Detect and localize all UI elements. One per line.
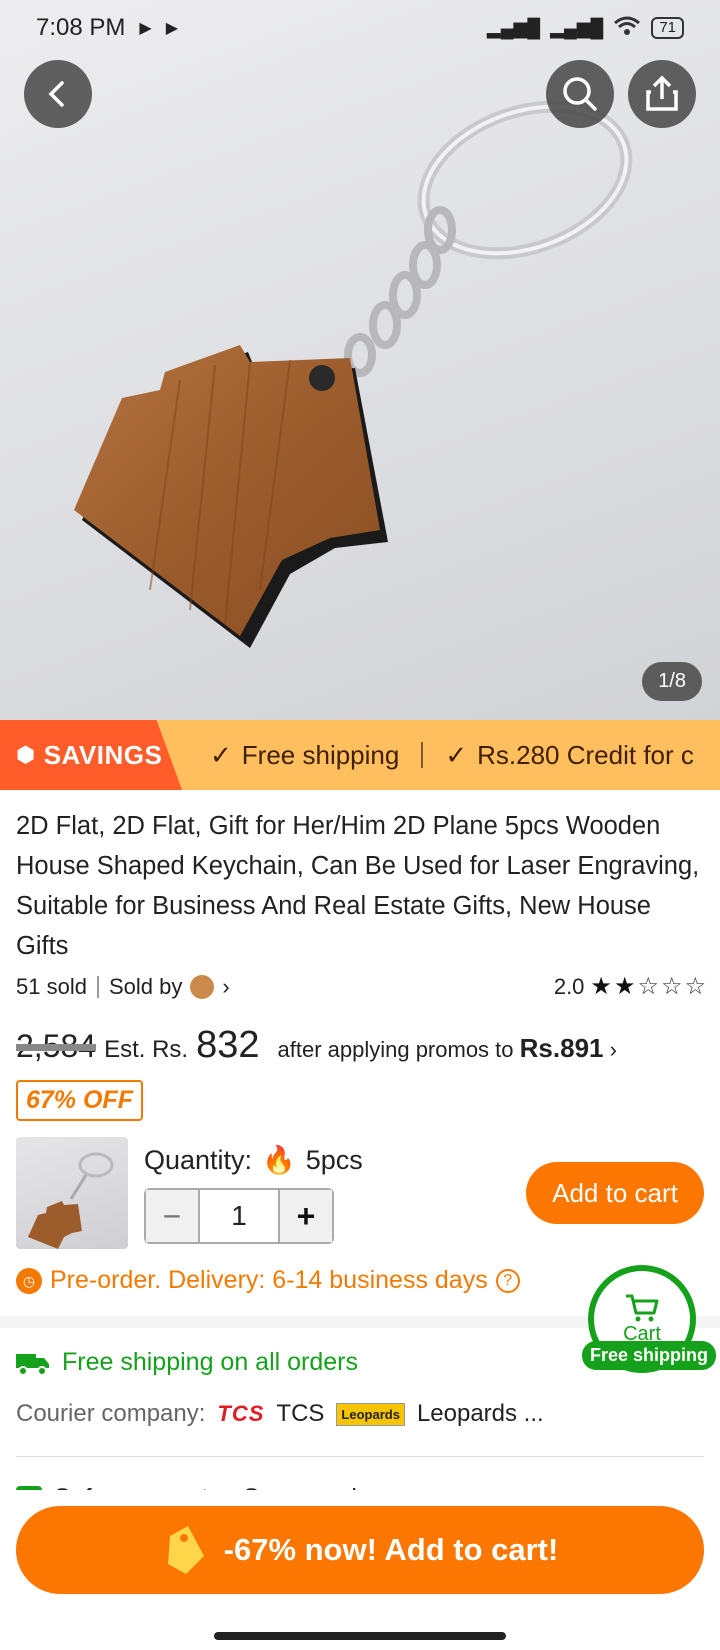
promo-price: Rs.891 [519, 1033, 604, 1063]
preorder-text: Pre-order. Delivery: 6-14 business days [50, 1266, 488, 1294]
star-empty-icon: ☆ [684, 973, 706, 1000]
savings-tag: ⬢ SAVINGS [0, 720, 182, 790]
courier-row[interactable]: Courier company: TCS TCS Leopards Leopar… [16, 1400, 544, 1428]
savings-item-credit: Rs.280 Credit for c [477, 739, 694, 770]
price-tag-icon [167, 1526, 204, 1574]
rating-value: 2.0 [553, 973, 585, 999]
star-empty-icon: ☆ [660, 973, 683, 1000]
chevron-right-icon: › [609, 1037, 617, 1062]
divider [96, 975, 99, 998]
quantity-value[interactable]: 1 [200, 1190, 278, 1242]
preorder-notice: ◷ Pre-order. Delivery: 6-14 business day… [16, 1266, 520, 1295]
increase-quantity-button[interactable]: + [278, 1190, 332, 1242]
check-icon: ✓ [210, 739, 232, 770]
savings-banner[interactable]: ⬢ SAVINGS ✓ Free shipping ✓ Rs.280 Credi… [0, 720, 720, 790]
badge-icon: ⬢ [16, 742, 36, 767]
quantity-stepper: − 1 + [144, 1188, 334, 1244]
rating[interactable]: 2.0 ★ ★ ☆ ☆ ☆ [554, 972, 706, 1001]
signal-icon: ▂▄▆█ [550, 17, 604, 38]
truck-icon [16, 1353, 49, 1376]
product-title: 2D Flat, 2D Flat, Gift for Her/Him 2D Pl… [16, 812, 700, 960]
price-row[interactable]: 2,584 Est. Rs. 832 after applying promos… [16, 1024, 617, 1067]
cart-icon [626, 1294, 659, 1321]
play-icon: ▶ [139, 20, 152, 37]
variant-thumbnail[interactable] [16, 1137, 128, 1249]
leopards-logo: Leopards [336, 1402, 405, 1426]
fire-icon: 🔥 [262, 1145, 296, 1175]
product-meta: 51 sold Sold by › 2.0 ★ ★ ☆ ☆ ☆ [16, 972, 706, 1001]
discount-add-to-cart-button[interactable]: -67% now! Add to cart! [16, 1506, 704, 1594]
savings-tag-label: SAVINGS [43, 739, 163, 770]
battery-indicator: 71 [651, 17, 684, 39]
divider [421, 742, 424, 768]
decrease-quantity-button[interactable]: − [146, 1190, 200, 1242]
original-price: 2,584 [16, 1028, 97, 1064]
quantity-title: Quantity: [144, 1144, 253, 1175]
cart-free-shipping-badge: Free shipping [582, 1341, 717, 1370]
free-shipping-text: Free shipping on all orders [62, 1348, 358, 1376]
share-button[interactable] [628, 60, 696, 128]
help-icon[interactable]: ? [495, 1268, 520, 1293]
courier-tcs: TCS [276, 1400, 325, 1427]
sold-by-link[interactable]: Sold by › [109, 974, 230, 1000]
wifi-icon [613, 15, 641, 42]
quantity-label: Quantity: 🔥 5pcs [144, 1144, 363, 1176]
sold-by-label: Sold by [108, 973, 183, 999]
search-icon [563, 77, 597, 111]
star-empty-icon: ☆ [637, 973, 659, 1000]
signal-icon: ▂▄▆█ [486, 17, 541, 38]
discount-badge: 67% OFF [16, 1080, 143, 1121]
courier-label: Courier company: [16, 1400, 206, 1427]
savings-item-free-shipping: Free shipping [241, 739, 400, 770]
search-button[interactable] [546, 60, 614, 128]
home-indicator [214, 1632, 506, 1640]
play-icon: ▶ [165, 20, 179, 37]
chevron-right-icon: › [222, 973, 230, 999]
free-shipping-row[interactable]: Free shipping on all orders [16, 1348, 358, 1377]
clock-icon: ◷ [16, 1267, 42, 1294]
keychain-thumbnail-image [28, 1152, 114, 1249]
chevron-left-icon [48, 81, 64, 107]
promo-text: after applying promos to Rs.891 › [278, 1033, 617, 1064]
promo-label: after applying promos to [277, 1037, 514, 1062]
divider [16, 1456, 704, 1457]
cta-label: -67% now! Add to cart! [223, 1532, 559, 1567]
image-counter: 1/8 [642, 662, 702, 701]
seller-avatar-icon [190, 974, 215, 999]
check-icon: ✓ [445, 739, 468, 770]
share-icon [646, 75, 678, 111]
status-bar: 7:08 PM ▶ ▶ ▂▄▆█ ▂▄▆█ 71 [0, 0, 720, 56]
status-time: 7:08 PM [36, 14, 126, 41]
courier-leopards: Leopards ... [416, 1400, 544, 1427]
star-filled-icon: ★ [590, 973, 612, 1000]
product-image-gallery[interactable] [0, 0, 720, 720]
star-filled-icon: ★ [613, 973, 636, 1000]
add-to-cart-button[interactable]: Add to cart [526, 1162, 704, 1224]
sold-count: 51 sold [16, 973, 87, 999]
back-button[interactable] [24, 60, 92, 128]
keychain-product-image [74, 100, 633, 648]
estimated-label: Est. Rs. [104, 1036, 189, 1063]
estimated-price: 832 [196, 1024, 260, 1066]
bottom-action-bar: -67% now! Add to cart! [0, 1490, 720, 1650]
tcs-logo: TCS [217, 1401, 265, 1426]
pack-size: 5pcs [305, 1144, 363, 1175]
